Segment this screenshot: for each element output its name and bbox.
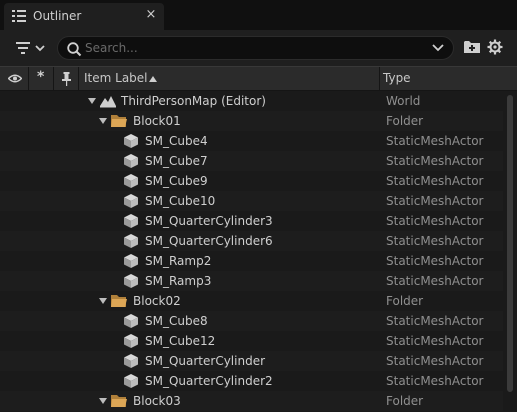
- filter-icon: [16, 42, 45, 54]
- tree-row-actor[interactable]: SM_Cube12 StaticMeshActor: [0, 331, 503, 351]
- tree-row-actor[interactable]: SM_Cube8 StaticMeshActor: [0, 311, 503, 331]
- item-label: SM_Cube4: [145, 134, 208, 148]
- filter-button[interactable]: [13, 39, 49, 57]
- tree-row-actor[interactable]: SM_Cube10 StaticMeshActor: [0, 191, 503, 211]
- pin-icon: [62, 72, 71, 86]
- static-mesh-icon: [124, 354, 138, 368]
- tree-row-actor[interactable]: SM_Cube7 StaticMeshActor: [0, 151, 503, 171]
- static-mesh-icon: [124, 314, 138, 328]
- item-label: SM_Cube7: [145, 154, 208, 168]
- tab-title: Outliner: [33, 9, 82, 23]
- item-type: StaticMeshActor: [386, 374, 484, 388]
- folder-icon: [111, 115, 127, 127]
- item-label: Block03: [133, 394, 181, 408]
- outliner-tab[interactable]: Outliner ×: [4, 3, 164, 30]
- visibility-column[interactable]: [0, 67, 29, 91]
- type-column[interactable]: Type: [380, 67, 517, 91]
- vertical-scrollbar[interactable]: [503, 91, 517, 412]
- static-mesh-icon: [124, 274, 138, 288]
- item-label: SM_Cube8: [145, 314, 208, 328]
- tree-row-folder[interactable]: Block02 Folder: [0, 291, 503, 311]
- item-label-header: Item Label: [84, 71, 148, 85]
- pin-column[interactable]: [54, 67, 79, 91]
- item-label: SM_Cube12: [145, 334, 216, 348]
- item-type: StaticMeshActor: [386, 334, 484, 348]
- search-icon: [67, 42, 82, 57]
- search-input[interactable]: [85, 39, 425, 57]
- tree-row-actor[interactable]: SM_QuarterCylinder2 StaticMeshActor: [0, 371, 503, 391]
- toolbar: [0, 30, 517, 66]
- item-label: SM_Ramp3: [145, 274, 212, 288]
- item-type: StaticMeshActor: [386, 214, 484, 228]
- add-folder-icon[interactable]: [464, 40, 480, 54]
- item-type: StaticMeshActor: [386, 234, 484, 248]
- static-mesh-icon: [124, 254, 138, 268]
- static-mesh-icon: [124, 334, 138, 348]
- expand-arrow-icon[interactable]: [88, 98, 96, 104]
- chevron-down-icon[interactable]: [432, 43, 444, 53]
- tree-row-actor[interactable]: SM_Ramp3 StaticMeshActor: [0, 271, 503, 291]
- item-type: StaticMeshActor: [386, 254, 484, 268]
- item-type: StaticMeshActor: [386, 314, 484, 328]
- folder-icon: [111, 395, 127, 407]
- item-type: Folder: [386, 294, 424, 308]
- item-label: SM_Ramp2: [145, 254, 212, 268]
- tab-bar: Outliner ×: [0, 0, 517, 30]
- sort-ascending-icon: [149, 76, 157, 82]
- item-label: Block01: [133, 114, 181, 128]
- outliner-tree: ThirdPersonMap (Editor) World Block01 Folde…: [0, 91, 503, 412]
- column-header: * Item Label Type: [0, 66, 517, 91]
- search-box[interactable]: [57, 36, 454, 60]
- tree-row-world[interactable]: ThirdPersonMap (Editor) World: [0, 91, 503, 111]
- item-type: StaticMeshActor: [386, 194, 484, 208]
- scrollbar-thumb[interactable]: [507, 95, 513, 392]
- static-mesh-icon: [124, 194, 138, 208]
- gear-icon[interactable]: [487, 39, 503, 55]
- folder-icon: [111, 295, 127, 307]
- outliner-icon: [12, 10, 26, 22]
- tree-row-actor[interactable]: SM_Cube4 StaticMeshActor: [0, 131, 503, 151]
- item-type: StaticMeshActor: [386, 134, 484, 148]
- tree-row-actor[interactable]: SM_QuarterCylinder StaticMeshActor: [0, 351, 503, 371]
- item-label: ThirdPersonMap (Editor): [121, 94, 266, 108]
- item-label: SM_QuarterCylinder: [145, 354, 266, 368]
- expand-arrow-icon[interactable]: [99, 118, 107, 124]
- item-type: StaticMeshActor: [386, 354, 484, 368]
- tree-row-folder[interactable]: Block03 Folder: [0, 391, 503, 411]
- item-type: StaticMeshActor: [386, 274, 484, 288]
- expand-arrow-icon[interactable]: [99, 298, 107, 304]
- tree-row-actor[interactable]: SM_Ramp2 StaticMeshActor: [0, 251, 503, 271]
- item-label: SM_QuarterCylinder6: [145, 234, 273, 248]
- item-label: SM_QuarterCylinder3: [145, 214, 273, 228]
- item-type: Folder: [386, 114, 424, 128]
- item-type: World: [386, 94, 421, 108]
- close-icon[interactable]: ×: [144, 7, 158, 23]
- static-mesh-icon: [124, 174, 138, 188]
- tree-row-folder[interactable]: Block01 Folder: [0, 111, 503, 131]
- star-icon: *: [37, 69, 45, 85]
- expand-arrow-icon[interactable]: [99, 398, 107, 404]
- item-label: Block02: [133, 294, 181, 308]
- item-type: StaticMeshActor: [386, 154, 484, 168]
- item-type: Folder: [386, 394, 424, 408]
- eye-icon: [8, 74, 22, 83]
- world-icon: [100, 96, 116, 108]
- item-label: SM_QuarterCylinder2: [145, 374, 273, 388]
- item-type: StaticMeshActor: [386, 174, 484, 188]
- tree-row-actor[interactable]: SM_QuarterCylinder6 StaticMeshActor: [0, 231, 503, 251]
- item-label: SM_Cube10: [145, 194, 216, 208]
- item-label-column[interactable]: Item Label: [79, 67, 380, 91]
- static-mesh-icon: [124, 214, 138, 228]
- item-label: SM_Cube9: [145, 174, 208, 188]
- static-mesh-icon: [124, 234, 138, 248]
- favorite-column[interactable]: *: [29, 67, 54, 91]
- type-header: Type: [383, 71, 411, 85]
- static-mesh-icon: [124, 134, 138, 148]
- tree-row-actor[interactable]: SM_QuarterCylinder3 StaticMeshActor: [0, 211, 503, 231]
- tree-row-actor[interactable]: SM_Cube9 StaticMeshActor: [0, 171, 503, 191]
- static-mesh-icon: [124, 374, 138, 388]
- static-mesh-icon: [124, 154, 138, 168]
